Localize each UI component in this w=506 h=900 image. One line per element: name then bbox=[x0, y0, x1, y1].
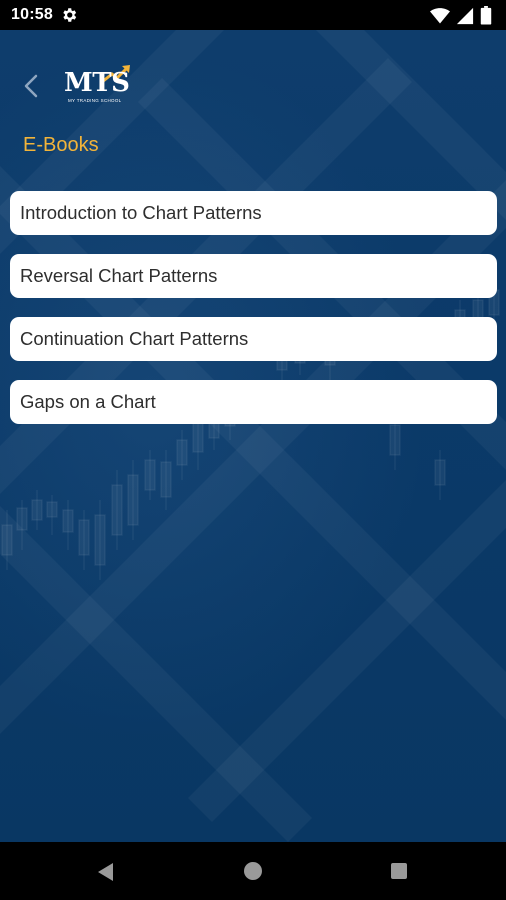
status-bar: 10:58 bbox=[0, 0, 506, 30]
section-title: E-Books bbox=[23, 134, 99, 156]
ebook-item-gaps[interactable]: Gaps on a Chart bbox=[10, 380, 497, 424]
ebook-item-label: Introduction to Chart Patterns bbox=[20, 202, 262, 223]
ebook-item-label: Continuation Chart Patterns bbox=[20, 328, 249, 349]
status-time: 10:58 bbox=[11, 6, 53, 23]
back-button[interactable] bbox=[18, 72, 46, 100]
ebook-item-reversal[interactable]: Reversal Chart Patterns bbox=[10, 254, 497, 298]
battery-icon bbox=[480, 6, 492, 25]
ebooks-screen: MTS MY TRADING SCHOOL E-Books Introducti… bbox=[0, 30, 506, 842]
system-nav-bar bbox=[0, 842, 506, 900]
status-icons bbox=[430, 6, 492, 25]
back-triangle-icon[interactable] bbox=[96, 862, 116, 882]
ebook-list: Introduction to Chart Patterns Reversal … bbox=[10, 191, 497, 443]
ebook-item-label: Gaps on a Chart bbox=[20, 391, 156, 412]
ebook-item-introduction[interactable]: Introduction to Chart Patterns bbox=[10, 191, 497, 235]
wifi-icon bbox=[430, 7, 450, 23]
ebook-item-label: Reversal Chart Patterns bbox=[20, 265, 218, 286]
logo-subtext: MY TRADING SCHOOL bbox=[68, 98, 122, 103]
mts-logo: MTS MY TRADING SCHOOL bbox=[64, 65, 134, 108]
ebook-item-continuation[interactable]: Continuation Chart Patterns bbox=[10, 317, 497, 361]
logo-text: MTS bbox=[64, 68, 130, 98]
gear-icon bbox=[63, 8, 77, 22]
home-circle-icon[interactable] bbox=[244, 862, 262, 880]
recents-square-icon[interactable] bbox=[391, 863, 407, 879]
signal-icon bbox=[456, 7, 474, 24]
